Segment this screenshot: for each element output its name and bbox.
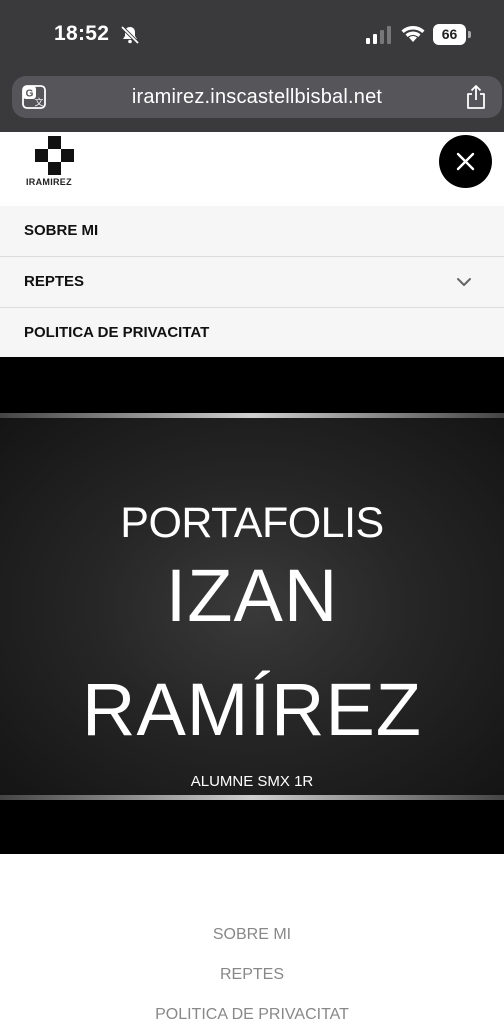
nav-item-label[interactable]: POLITICA DE PRIVACITAT bbox=[24, 324, 209, 341]
footer-link-sobre-mi[interactable]: SOBRE MI bbox=[0, 926, 504, 944]
chevron-down-icon[interactable] bbox=[456, 276, 472, 288]
browser-toolbar: G 文 iramirez.inscastellbisbal.net bbox=[0, 70, 504, 132]
status-time: 18:52 bbox=[54, 22, 110, 45]
hero-subtitle: ALUMNE SMX 1R bbox=[190, 773, 314, 790]
logo-text: IRAMIREZ bbox=[26, 177, 72, 187]
nav-item-label[interactable]: SOBRE MI bbox=[24, 222, 98, 239]
close-icon bbox=[456, 152, 475, 171]
nav-item-label[interactable]: REPTES bbox=[24, 273, 84, 290]
url-text[interactable]: iramirez.inscastellbisbal.net bbox=[12, 86, 502, 109]
bell-slash-icon bbox=[120, 25, 140, 45]
hero-name-first: IZAN bbox=[165, 554, 339, 637]
close-menu-button[interactable] bbox=[439, 135, 492, 188]
hero-banner: PORTAFOLIS IZAN RAMÍREZ ALUMNE SMX 1R bbox=[0, 357, 504, 854]
wifi-icon bbox=[401, 26, 425, 42]
cellular-signal-icon bbox=[366, 26, 391, 44]
nav-item-sobre-mi[interactable]: SOBRE MI bbox=[0, 206, 504, 257]
hero-divider-top bbox=[0, 413, 504, 418]
hero-title: PORTAFOLIS bbox=[120, 499, 384, 547]
nav-item-politica-privacitat[interactable]: POLITICA DE PRIVACITAT bbox=[0, 308, 504, 359]
share-icon[interactable] bbox=[465, 84, 487, 110]
footer-link-reptes[interactable]: REPTES bbox=[0, 966, 504, 984]
nav-item-reptes[interactable]: REPTES bbox=[0, 257, 504, 308]
hero-divider-bottom bbox=[0, 795, 504, 800]
footer-link-politica-privacitat[interactable]: POLITICA DE PRIVACITAT bbox=[0, 1006, 504, 1024]
footer-nav: SOBRE MI REPTES POLITICA DE PRIVACITAT bbox=[0, 854, 504, 1024]
site-header: IRAMIREZ bbox=[0, 132, 504, 206]
address-bar[interactable]: G 文 iramirez.inscastellbisbal.net bbox=[12, 76, 502, 118]
hero-name-last: RAMÍREZ bbox=[82, 668, 422, 751]
battery-icon: 66 bbox=[433, 24, 471, 45]
battery-level: 66 bbox=[433, 24, 466, 45]
mobile-nav-menu: SOBRE MI REPTES POLITICA DE PRIVACITAT bbox=[0, 206, 504, 359]
status-bar: 18:52 66 bbox=[0, 0, 504, 70]
